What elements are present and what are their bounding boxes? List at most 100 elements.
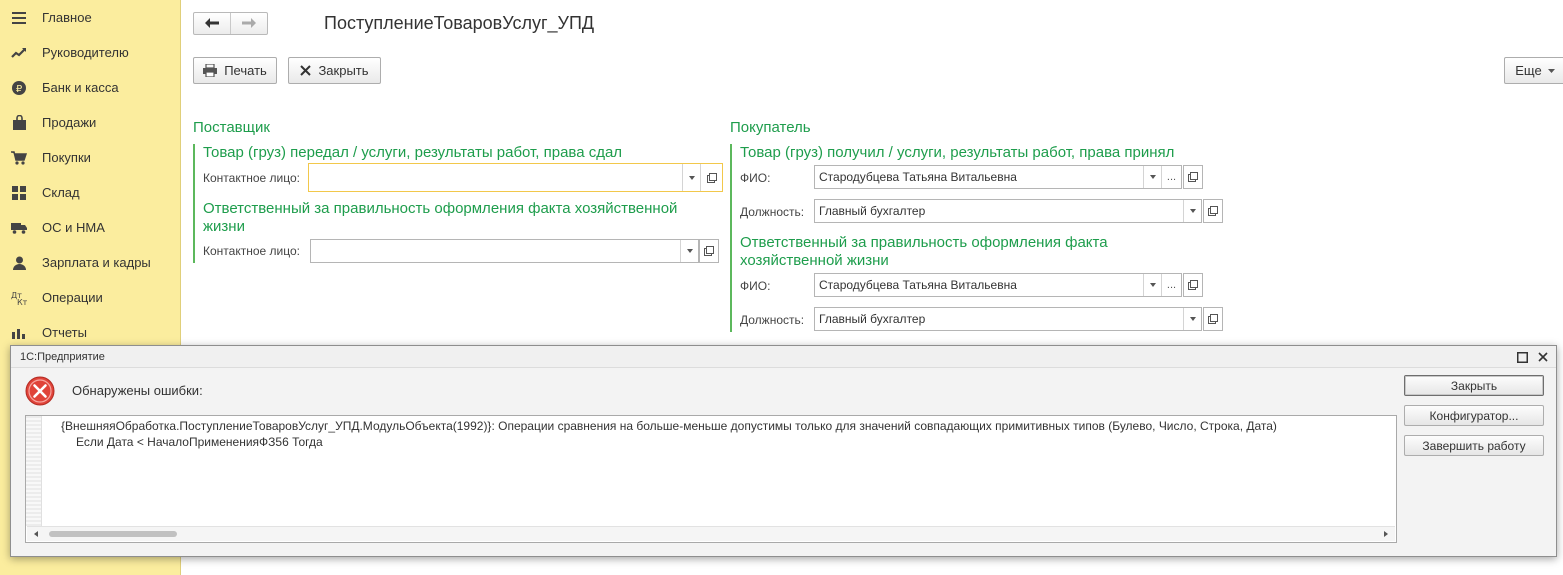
buyer-responsible-fio-label: ФИО: <box>740 279 771 293</box>
sidebar-item-label: Операции <box>42 290 103 305</box>
chevron-down-icon[interactable] <box>682 164 700 191</box>
trend-chart-icon <box>11 45 27 61</box>
exit-button[interactable]: Завершить работу <box>1404 435 1544 456</box>
print-button-label: Печать <box>224 63 267 78</box>
person-icon <box>11 255 27 271</box>
chevron-down-icon[interactable] <box>680 240 698 262</box>
sidebar-item-label: Руководителю <box>42 45 129 60</box>
menu-lines-icon <box>11 10 27 26</box>
buyer-fio-label: ФИО: <box>740 171 771 185</box>
supplier-group-bar <box>193 144 195 263</box>
chevron-down-icon <box>1547 68 1555 73</box>
buyer-responsible-group-title: Ответственный за правильность оформления… <box>740 234 1108 270</box>
close-icon[interactable] <box>1536 350 1550 364</box>
supplier-contact-input[interactable] <box>308 163 723 192</box>
buyer-responsible-position-input[interactable]: Главный бухгалтер <box>814 307 1202 331</box>
maximize-icon[interactable] <box>1515 350 1529 364</box>
open-link-icon[interactable] <box>700 164 722 191</box>
open-link-button[interactable] <box>1203 199 1223 223</box>
buyer-responsible-title-line1: Ответственный за правильность оформления… <box>740 234 1108 251</box>
arrow-right-icon <box>242 16 256 31</box>
select-ellipsis-button[interactable]: ... <box>1161 274 1181 296</box>
open-link-button[interactable] <box>1183 273 1203 297</box>
open-link-icon <box>1188 170 1198 185</box>
supplier-responsible-title-line2: жизни <box>203 218 245 235</box>
sidebar-item-label: Банк и касса <box>42 80 119 95</box>
close-button-label: Закрыть <box>318 63 369 78</box>
forward-button[interactable] <box>230 13 267 34</box>
horizontal-scrollbar[interactable] <box>27 526 1395 541</box>
warehouse-grid-icon <box>11 185 27 201</box>
configurator-button[interactable]: Конфигуратор... <box>1404 405 1544 426</box>
page-title: ПоступлениеТоваровУслуг_УПД <box>324 13 595 33</box>
scrollbar-thumb[interactable] <box>49 531 177 537</box>
truck-icon <box>11 220 27 236</box>
message-gutter <box>26 416 42 526</box>
svg-text:₽: ₽ <box>16 84 23 95</box>
open-link-icon <box>1208 312 1218 327</box>
buyer-receive-group-title: Товар (груз) получил / услуги, результат… <box>740 144 1175 161</box>
buyer-position-value: Главный бухгалтер <box>819 204 926 218</box>
sidebar-item-manager[interactable]: Руководителю <box>0 35 180 70</box>
sidebar-item-label: Зарплата и кадры <box>42 255 151 270</box>
shopping-bag-icon <box>11 115 27 131</box>
error-dialog: 1С:Предприятие Обнаружены ошибки: {Внешн… <box>10 345 1557 557</box>
sidebar-item-salary[interactable]: Зарплата и кадры <box>0 245 180 280</box>
shopping-cart-icon <box>11 150 27 166</box>
chevron-down-icon[interactable] <box>1143 166 1161 188</box>
buyer-responsible-position-value: Главный бухгалтер <box>819 312 926 326</box>
supplier-responsible-group-title: Ответственный за правильность оформления… <box>203 200 677 236</box>
supplier-section-title: Поставщик <box>193 119 270 136</box>
close-button[interactable]: Закрыть <box>288 57 381 84</box>
select-ellipsis-button[interactable]: ... <box>1161 166 1181 188</box>
ruble-coin-icon: ₽ <box>11 80 27 96</box>
scroll-left-icon[interactable] <box>29 527 43 541</box>
sidebar-item-main[interactable]: Главное <box>0 0 180 35</box>
chevron-down-icon[interactable] <box>1143 274 1161 296</box>
supplier-responsible-title-line1: Ответственный за правильность оформления… <box>203 200 678 217</box>
sidebar-item-label: Продажи <box>42 115 97 130</box>
open-link-button[interactable] <box>1183 165 1203 189</box>
error-icon <box>25 376 55 406</box>
open-link-button[interactable] <box>699 239 719 263</box>
supplier-transfer-group-title: Товар (груз) передал / услуги, результат… <box>203 144 623 161</box>
dialog-close-button[interactable]: Закрыть <box>1404 375 1544 396</box>
supplier-responsible-contact-label: Контактное лицо: <box>203 244 300 258</box>
printer-icon <box>203 64 218 77</box>
sidebar-item-bank[interactable]: ₽ Банк и касса <box>0 70 180 105</box>
buyer-position-input[interactable]: Главный бухгалтер <box>814 199 1202 223</box>
arrow-left-icon <box>205 16 219 31</box>
sidebar-item-label: Покупки <box>42 150 91 165</box>
dialog-title: 1С:Предприятие <box>20 351 105 363</box>
buyer-responsible-fio-value: Стародубцева Татьяна Витальевна <box>819 278 1017 292</box>
sidebar-item-purchases[interactable]: Покупки <box>0 140 180 175</box>
back-button[interactable] <box>194 13 230 34</box>
sidebar-item-warehouse[interactable]: Склад <box>0 175 180 210</box>
open-link-button[interactable] <box>1203 307 1223 331</box>
more-button[interactable]: Еще <box>1504 57 1563 84</box>
buyer-group-bar <box>730 144 732 332</box>
error-message-line: {ВнешняяОбработка.ПоступлениеТоваровУслу… <box>61 419 1277 433</box>
open-link-icon <box>1208 204 1218 219</box>
error-code-line: Если Дата < НачалоПримененияФЗ56 Тогда <box>76 435 323 449</box>
close-icon <box>300 65 312 76</box>
sidebar-item-label: Склад <box>42 185 80 200</box>
chevron-down-icon[interactable] <box>1183 308 1201 330</box>
dialog-titlebar[interactable]: 1С:Предприятие <box>11 346 1556 368</box>
chevron-down-icon[interactable] <box>1183 200 1201 222</box>
sidebar-item-sales[interactable]: Продажи <box>0 105 180 140</box>
more-button-label: Еще <box>1515 63 1542 78</box>
open-link-icon <box>1188 278 1198 293</box>
error-message-box[interactable]: {ВнешняяОбработка.ПоступлениеТоваровУслу… <box>25 415 1397 543</box>
bar-chart-icon <box>11 325 27 341</box>
buyer-responsible-position-label: Должность: <box>740 313 805 327</box>
supplier-responsible-contact-input[interactable] <box>310 239 699 263</box>
buyer-responsible-fio-input[interactable]: Стародубцева Татьяна Витальевна ... <box>814 273 1182 297</box>
buyer-fio-input[interactable]: Стародубцева Татьяна Витальевна ... <box>814 165 1182 189</box>
sidebar-item-assets[interactable]: ОС и НМА <box>0 210 180 245</box>
scroll-right-icon[interactable] <box>1379 527 1393 541</box>
buyer-responsible-title-line2: хозяйственной жизни <box>740 252 889 269</box>
print-button[interactable]: Печать <box>193 57 277 84</box>
sidebar-item-operations[interactable]: Дт Кт Операции <box>0 280 180 315</box>
sidebar-item-label: Отчеты <box>42 325 87 340</box>
